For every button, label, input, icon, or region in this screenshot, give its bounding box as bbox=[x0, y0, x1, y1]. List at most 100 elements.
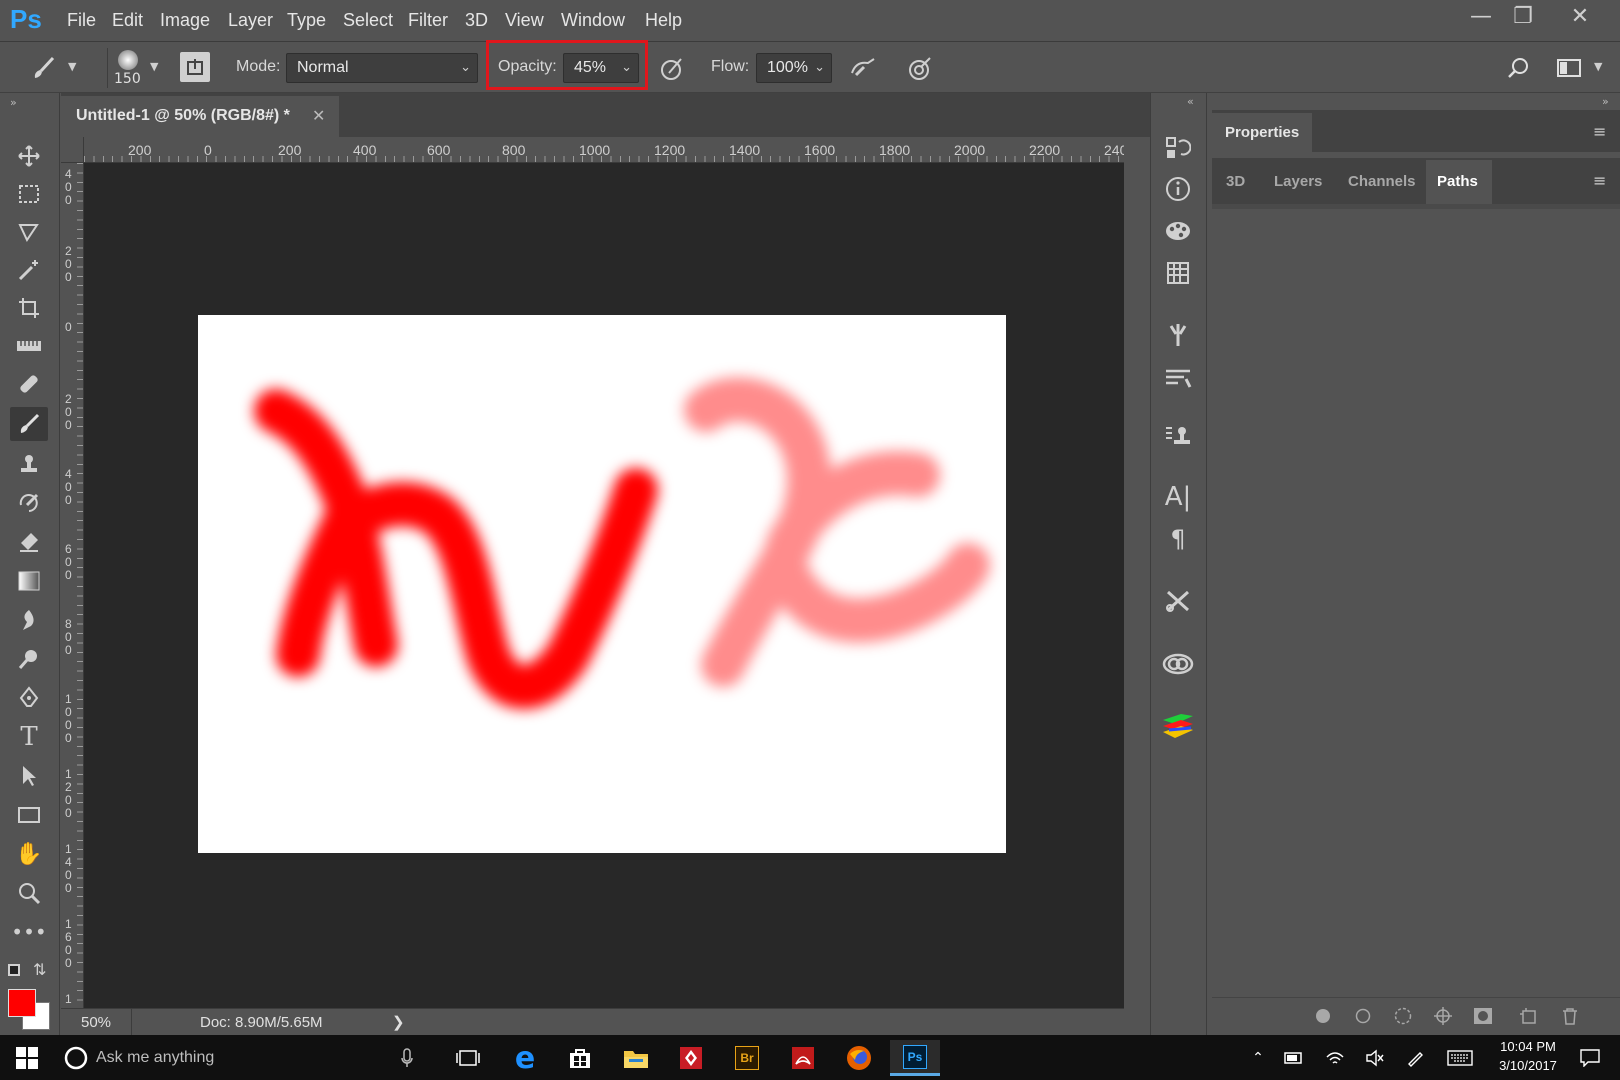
paragraph-panel-icon[interactable]: ¶ bbox=[1158, 520, 1198, 558]
info-panel-icon[interactable] bbox=[1158, 170, 1198, 208]
flow-input[interactable]: 100% ⌄ bbox=[756, 53, 832, 83]
opacity-input[interactable]: 45% ⌄ bbox=[563, 53, 639, 83]
action-center-icon[interactable] bbox=[1570, 1040, 1610, 1076]
menu-window[interactable]: Window bbox=[561, 10, 625, 31]
swap-colors-icon[interactable]: ⇅ bbox=[33, 960, 46, 979]
adobe-bridge-icon[interactable]: Br bbox=[722, 1040, 772, 1076]
chevron-down-icon[interactable]: ▼ bbox=[68, 60, 76, 73]
menu-3d[interactable]: 3D bbox=[465, 10, 488, 31]
zoom-level[interactable]: 50% bbox=[81, 1014, 111, 1031]
brush-tool-icon[interactable] bbox=[10, 407, 48, 441]
foreground-color-swatch[interactable] bbox=[8, 989, 36, 1017]
pressure-size-icon[interactable] bbox=[904, 52, 936, 84]
collapse-panel-arrows-icon[interactable]: » bbox=[1602, 95, 1609, 108]
airbrush-icon[interactable] bbox=[846, 52, 880, 84]
stroke-path-icon[interactable] bbox=[1350, 1003, 1376, 1029]
hand-tool-icon[interactable]: ✋ bbox=[10, 837, 48, 871]
color-themes-plugin-icon[interactable] bbox=[1158, 706, 1198, 744]
document-tab[interactable]: Untitled-1 @ 50% (RGB/8#) * bbox=[61, 96, 339, 137]
creative-cloud-libraries-icon[interactable] bbox=[1158, 644, 1198, 682]
expand-arrows-icon[interactable]: » bbox=[10, 96, 17, 109]
brush-settings-icon[interactable] bbox=[1158, 358, 1198, 396]
lasso-tool-icon[interactable] bbox=[10, 215, 48, 249]
pen-icon[interactable] bbox=[1400, 1040, 1430, 1076]
chevron-down-icon[interactable]: ⌄ bbox=[814, 59, 825, 75]
healing-brush-tool-icon[interactable] bbox=[10, 367, 48, 401]
file-explorer-icon[interactable] bbox=[611, 1040, 661, 1076]
menu-select[interactable]: Select bbox=[343, 10, 393, 31]
make-work-path-icon[interactable] bbox=[1430, 1003, 1456, 1029]
cortana-search-box[interactable]: Ask me anything bbox=[52, 1040, 432, 1076]
store-icon[interactable] bbox=[555, 1040, 605, 1076]
document-canvas[interactable] bbox=[198, 315, 1006, 853]
volume-muted-icon[interactable] bbox=[1360, 1040, 1390, 1076]
search-icon[interactable] bbox=[1502, 52, 1534, 84]
clock-time[interactable]: 10:04 PM bbox=[1488, 1039, 1568, 1054]
menu-help[interactable]: Help bbox=[645, 10, 682, 31]
fill-path-icon[interactable] bbox=[1310, 1003, 1336, 1029]
menu-type[interactable]: Type bbox=[287, 10, 326, 31]
crop-tool-icon[interactable] bbox=[10, 291, 48, 325]
brush-picker-chevron-icon[interactable]: ▼ bbox=[150, 60, 158, 73]
menu-layer[interactable]: Layer bbox=[228, 10, 273, 31]
tab-layers[interactable]: Layers bbox=[1264, 160, 1334, 204]
zoom-tool-icon[interactable] bbox=[10, 876, 48, 910]
add-mask-icon[interactable] bbox=[1470, 1003, 1496, 1029]
tab-channels[interactable]: Channels bbox=[1336, 160, 1426, 204]
color-panel-icon[interactable] bbox=[1158, 212, 1198, 250]
default-colors-icon[interactable] bbox=[8, 964, 20, 976]
edge-browser-icon[interactable]: e bbox=[500, 1040, 550, 1076]
adobe-acrobat-icon[interactable] bbox=[778, 1040, 828, 1076]
chevron-down-icon[interactable]: ⌄ bbox=[621, 59, 632, 75]
rectangle-tool-icon[interactable] bbox=[10, 798, 48, 832]
photoshop-taskbar-icon[interactable]: Ps bbox=[890, 1040, 940, 1076]
history-panel-icon[interactable] bbox=[1158, 128, 1198, 166]
paths-list[interactable] bbox=[1212, 210, 1620, 996]
gradient-tool-icon[interactable] bbox=[10, 564, 48, 598]
history-brush-tool-icon[interactable] bbox=[10, 486, 48, 520]
menu-filter[interactable]: Filter bbox=[408, 10, 448, 31]
load-selection-icon[interactable] bbox=[1390, 1003, 1416, 1029]
restore-icon[interactable]: ❐ bbox=[1500, 4, 1546, 29]
minimize-icon[interactable]: — bbox=[1458, 4, 1504, 29]
clock-date[interactable]: 3/10/2017 bbox=[1488, 1058, 1568, 1073]
battery-icon[interactable] bbox=[1279, 1040, 1309, 1076]
menu-image[interactable]: Image bbox=[160, 10, 210, 31]
more-tools-icon[interactable]: ••• bbox=[10, 915, 48, 949]
brush-tip-icon[interactable] bbox=[118, 50, 138, 70]
move-tool-icon[interactable] bbox=[10, 139, 48, 173]
ruler-tool-icon[interactable] bbox=[10, 329, 48, 363]
menu-view[interactable]: View bbox=[505, 10, 544, 31]
panel-menu-icon[interactable]: ≡ bbox=[1593, 171, 1606, 190]
chevron-right-icon[interactable]: ❯ bbox=[392, 1013, 405, 1031]
brush-settings-panel-icon[interactable] bbox=[180, 52, 210, 82]
character-panel-icon[interactable]: A| bbox=[1158, 478, 1198, 516]
workspace-icon[interactable] bbox=[1554, 52, 1584, 84]
red-app-icon[interactable] bbox=[666, 1040, 716, 1076]
show-hidden-icons-chevron-icon[interactable]: ⌃ bbox=[1243, 1040, 1273, 1076]
type-tool-icon[interactable]: T bbox=[10, 720, 48, 754]
menu-file[interactable]: File bbox=[67, 10, 96, 31]
menu-edit[interactable]: Edit bbox=[112, 10, 143, 31]
close-window-icon[interactable]: ✕ bbox=[1557, 4, 1603, 29]
tool-presets-icon[interactable] bbox=[1158, 582, 1198, 620]
wifi-icon[interactable] bbox=[1320, 1040, 1350, 1076]
dodge-tool-icon[interactable] bbox=[10, 642, 48, 676]
clone-stamp-tool-icon[interactable] bbox=[10, 447, 48, 481]
windows-start-icon[interactable] bbox=[2, 1040, 52, 1076]
task-view-icon[interactable] bbox=[443, 1040, 493, 1076]
panel-menu-icon[interactable]: ≡ bbox=[1593, 122, 1606, 141]
tab-3d[interactable]: 3D bbox=[1212, 160, 1262, 204]
chevron-down-icon[interactable]: ▼ bbox=[1594, 60, 1602, 73]
close-tab-icon[interactable]: ✕ bbox=[312, 106, 325, 125]
delete-path-icon[interactable] bbox=[1557, 1003, 1583, 1029]
blur-tool-icon[interactable] bbox=[10, 603, 48, 637]
marquee-tool-icon[interactable] bbox=[10, 177, 48, 211]
mode-dropdown[interactable]: Normal ⌄ bbox=[286, 53, 478, 83]
firefox-icon[interactable] bbox=[834, 1040, 884, 1076]
eraser-tool-icon[interactable] bbox=[10, 525, 48, 559]
brushes-panel-icon[interactable] bbox=[1158, 316, 1198, 354]
brush-preset-icon[interactable] bbox=[28, 52, 60, 84]
swatches-panel-icon[interactable] bbox=[1158, 254, 1198, 292]
properties-tab[interactable]: Properties bbox=[1212, 113, 1312, 152]
